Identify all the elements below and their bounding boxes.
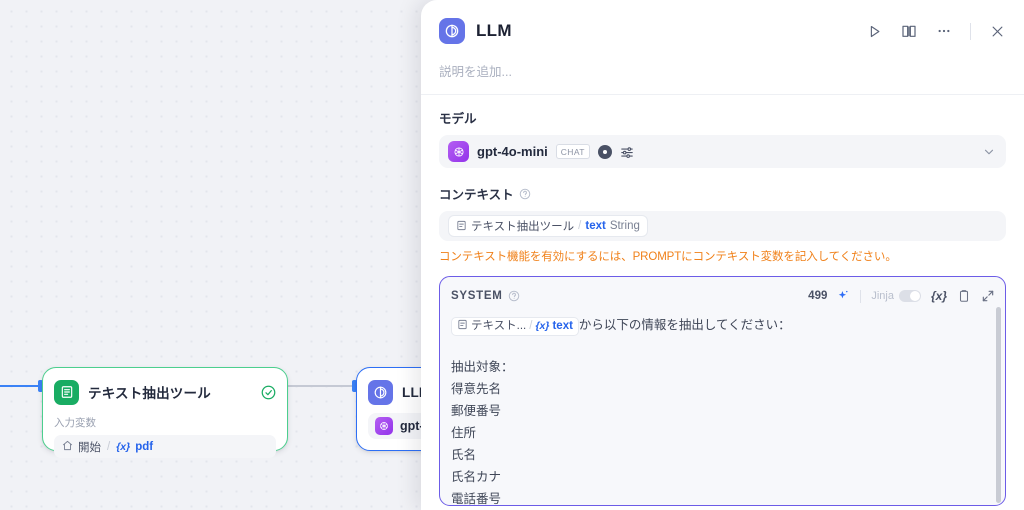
question-circle-icon[interactable] bbox=[519, 188, 531, 200]
toolbar-divider bbox=[860, 289, 862, 303]
context-field[interactable]: テキスト抽出ツール / text String bbox=[439, 211, 1006, 241]
context-label: コンテキスト bbox=[439, 184, 1006, 203]
llm-icon bbox=[439, 18, 465, 44]
prompt-line: 得意先名 bbox=[451, 382, 502, 396]
model-name: gpt-4o-mini bbox=[477, 144, 548, 159]
insert-variable-icon[interactable]: {x} bbox=[931, 289, 947, 303]
prompt-line: 氏名 bbox=[451, 448, 477, 462]
node-ref-icon bbox=[457, 319, 468, 334]
openai-icon bbox=[448, 141, 469, 162]
model-label: モデル bbox=[439, 108, 1006, 127]
panel-title: LLM bbox=[476, 21, 512, 40]
context-pill-source: テキスト抽出ツール bbox=[471, 221, 575, 233]
llm-icon bbox=[368, 379, 393, 405]
panel-header-actions bbox=[865, 22, 1006, 40]
header-divider bbox=[970, 22, 971, 40]
edge-text-extract-to-llm bbox=[288, 385, 354, 387]
prompt-role-label: SYSTEM bbox=[451, 290, 503, 302]
node-header: テキスト抽出ツール bbox=[54, 378, 276, 406]
node-ref-icon bbox=[456, 220, 467, 233]
prompt-lines: 抽出対象： 得意先名 郵便番号 住所 氏名 氏名カナ 電話番号 bbox=[451, 356, 991, 506]
prompt-line: 抽出対象： bbox=[451, 360, 514, 374]
llm-detail-panel: LLM 説明を追加... モデル gpt-4o-mini CHAT コンテキスト… bbox=[421, 0, 1024, 510]
check-circle-icon bbox=[261, 385, 276, 400]
node-variable-row[interactable]: 開始 / {x} pdf bbox=[54, 435, 276, 458]
separator: / bbox=[107, 440, 111, 453]
node-input-vars-label: 入力変数 bbox=[54, 417, 96, 429]
prompt-line: 住所 bbox=[451, 426, 477, 440]
context-section: コンテキスト テキスト抽出ツール / text String コンテキスト機能を… bbox=[439, 184, 1006, 264]
prompt-scrollbar[interactable] bbox=[996, 307, 1001, 503]
variable-brace-icon: {x} bbox=[535, 320, 550, 332]
book-icon[interactable] bbox=[900, 22, 918, 40]
document-extract-icon bbox=[54, 379, 79, 405]
separator: / bbox=[578, 220, 582, 232]
close-icon[interactable] bbox=[988, 22, 1006, 40]
panel-header: LLM bbox=[421, 0, 1024, 48]
prompt-pill-variable: text bbox=[552, 320, 573, 332]
token-count: 499 bbox=[808, 290, 828, 302]
context-pill-variable: text bbox=[585, 220, 606, 232]
node-var-source: 開始 bbox=[78, 441, 101, 454]
context-pill-type: String bbox=[609, 220, 640, 232]
play-icon[interactable] bbox=[865, 22, 883, 40]
prompt-content[interactable]: テキスト... / {x} text から以下の情報を抽出してください： 抽出対… bbox=[440, 307, 1005, 506]
panel-body: モデル gpt-4o-mini CHAT コンテキスト テキスト抽出ツール / … bbox=[421, 95, 1024, 506]
chevron-down-icon[interactable] bbox=[982, 145, 996, 159]
question-circle-icon[interactable] bbox=[508, 290, 520, 302]
separator: / bbox=[529, 320, 533, 332]
model-select[interactable]: gpt-4o-mini CHAT bbox=[439, 135, 1006, 168]
jinja-label: Jinja bbox=[871, 290, 894, 302]
system-prompt-editor[interactable]: SYSTEM 499 Jinja {x} テキスト... / {x} text … bbox=[439, 276, 1006, 506]
prompt-pill-source: テキスト... bbox=[471, 320, 527, 332]
context-label-text: コンテキスト bbox=[439, 188, 514, 202]
jinja-toggle[interactable] bbox=[898, 290, 921, 302]
prompt-tools: 499 Jinja {x} bbox=[808, 289, 995, 303]
prompt-line: 氏名カナ bbox=[451, 470, 502, 484]
context-warning: コンテキスト機能を有効にするには、PROMPTにコンテキスト変数を記入してくださ… bbox=[439, 251, 897, 263]
prompt-line: 電話番号 bbox=[451, 492, 502, 506]
sliders-icon[interactable] bbox=[620, 145, 634, 159]
prompt-variable-pill[interactable]: テキスト... / {x} text bbox=[451, 317, 579, 336]
ellipsis-icon[interactable] bbox=[935, 22, 953, 40]
model-type-tag: CHAT bbox=[555, 144, 590, 159]
visibility-icon[interactable] bbox=[597, 144, 612, 159]
node-text-extract[interactable]: テキスト抽出ツール 入力変数 開始 / {x} pdf bbox=[42, 367, 288, 458]
model-label-text: モデル bbox=[439, 112, 477, 126]
expand-icon[interactable] bbox=[981, 289, 995, 303]
variable-brace-icon: {x} bbox=[116, 440, 131, 453]
home-icon bbox=[62, 440, 73, 453]
openai-icon bbox=[375, 417, 393, 435]
prompt-first-line-text: から以下の情報を抽出してください： bbox=[578, 318, 791, 332]
workflow-editor: テキスト抽出ツール 入力変数 開始 / {x} pdf LLM gpt-4 LL… bbox=[0, 0, 1024, 510]
prompt-line: 郵便番号 bbox=[451, 404, 502, 418]
description-input[interactable]: 説明を追加... bbox=[421, 48, 1024, 95]
node-title: テキスト抽出ツール bbox=[88, 386, 211, 401]
sparkle-icon[interactable] bbox=[836, 289, 850, 303]
prompt-toolbar: SYSTEM 499 Jinja {x} bbox=[440, 277, 1005, 307]
context-variable-pill[interactable]: テキスト抽出ツール / text String bbox=[448, 215, 648, 237]
clipboard-icon[interactable] bbox=[957, 289, 971, 303]
node-var-name: pdf bbox=[135, 440, 154, 453]
prompt-first-line: テキスト... / {x} text から以下の情報を抽出してください： bbox=[451, 314, 991, 336]
